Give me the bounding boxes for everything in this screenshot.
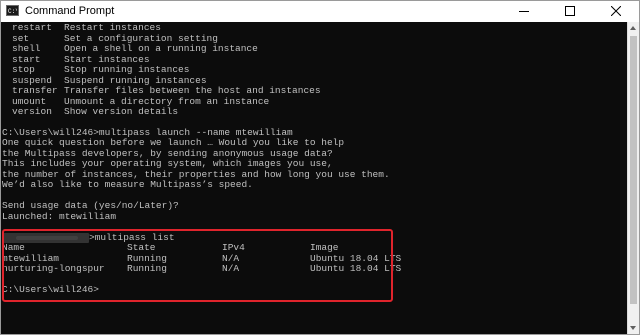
help-description: Transfer files between the host and inst…	[64, 85, 321, 96]
vertical-scrollbar[interactable]	[627, 22, 639, 334]
help-command: restart	[12, 22, 52, 33]
help-description: Show version details	[64, 106, 179, 117]
help-command: shell	[12, 43, 41, 54]
minimize-button[interactable]	[501, 1, 547, 22]
console-output[interactable]: restart Restart instances set Set a conf…	[1, 22, 627, 334]
scroll-down-icon[interactable]	[630, 326, 636, 330]
help-description: Restart instances	[64, 22, 161, 33]
maximize-icon	[565, 6, 575, 16]
launched-message: Launched: mtewilliam	[2, 211, 117, 222]
usage-question-line: We’d also like to measure Multipass’s sp…	[2, 179, 253, 190]
maximize-button[interactable]	[547, 1, 593, 22]
minimize-icon	[519, 11, 529, 12]
cmd-icon: C:\	[6, 5, 19, 16]
usage-prompt: Send usage data (yes/no/Later)?	[2, 200, 179, 211]
usage-question-line: One quick question before we launch … Wo…	[2, 137, 345, 148]
scroll-thumb[interactable]	[630, 36, 637, 304]
highlight-box	[2, 229, 393, 302]
close-button[interactable]	[593, 1, 639, 22]
window-title: Command Prompt	[25, 5, 115, 17]
help-command: version	[12, 106, 52, 117]
help-command: transfer	[12, 85, 58, 96]
command-prompt-window: C:\ Command Prompt restart Restart insta…	[0, 0, 640, 335]
title-bar[interactable]: C:\ Command Prompt	[1, 1, 639, 22]
close-icon	[611, 6, 621, 16]
help-command: stop	[12, 64, 35, 75]
svg-text:C:\: C:\	[8, 8, 17, 14]
help-description: Open a shell on a running instance	[64, 43, 258, 54]
help-description: Stop running instances	[64, 64, 190, 75]
scroll-up-icon[interactable]	[630, 26, 636, 30]
usage-question-line: This includes your operating system, whi…	[2, 158, 333, 169]
